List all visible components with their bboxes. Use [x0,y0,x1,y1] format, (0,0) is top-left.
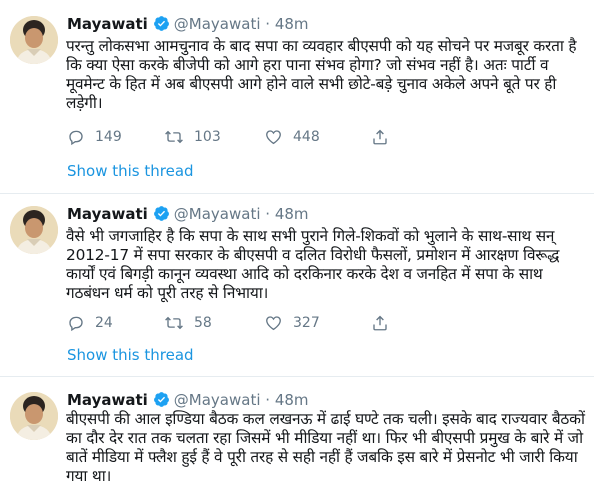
reply-count: 149 [95,129,122,145]
show-thread-link[interactable]: Show this thread [67,346,194,364]
tweet-timestamp[interactable]: 48m [275,15,309,33]
retweet-button[interactable]: 103 [164,127,221,147]
retweet-count: 103 [194,129,221,145]
tweet-header: Mayawati @Mayawati · 48m [67,389,309,411]
retweet-icon [165,130,183,144]
tweet-timestamp[interactable]: 48m [275,205,309,223]
retweet-button[interactable]: 58 [164,313,212,333]
author-name[interactable]: Mayawati [67,205,148,223]
like-button[interactable]: 448 [264,127,320,147]
avatar-image [10,16,58,64]
share-button[interactable] [371,127,389,147]
avatar[interactable] [10,392,58,440]
reply-count: 24 [95,315,113,331]
author-handle[interactable]: @Mayawati [174,391,261,409]
verified-badge-icon [153,205,170,228]
timeline-feed: Mayawati @Mayawati · 48m परन्तु लोकसभा आम… [0,0,594,491]
avatar[interactable] [10,206,58,254]
retweet-icon [165,316,183,330]
tweet-text: परन्तु लोकसभा आमचुनाव के बाद सपा का व्यव… [66,37,577,112]
heart-icon [266,130,281,145]
separator-dot: · [265,205,271,223]
tweet-2[interactable]: Mayawati @Mayawati · 48m वैसे भी जगजाहिर … [0,193,594,376]
like-button[interactable]: 327 [264,313,320,333]
avatar[interactable] [10,16,58,64]
tweet-text: बीएसपी की आल इण्डिया बैठक कल लखनऊ में ढा… [66,410,585,485]
author-name[interactable]: Mayawati [67,15,148,33]
author-handle[interactable]: @Mayawati [174,15,261,33]
avatar-image [10,392,58,440]
tweet-header: Mayawati @Mayawati · 48m [67,13,309,35]
reply-icon [69,316,83,332]
like-count: 448 [293,129,320,145]
show-thread-link[interactable]: Show this thread [67,162,194,180]
separator-dot: · [265,15,271,33]
like-count: 327 [293,315,320,331]
reply-button[interactable]: 149 [67,127,122,147]
tweet-text: वैसे भी जगजाहिर है कि सपा के साथ सभी पुर… [66,227,560,302]
avatar-image [10,206,58,254]
retweet-count: 58 [194,315,212,331]
author-name[interactable]: Mayawati [67,391,148,409]
share-button[interactable] [371,313,389,333]
reply-icon [69,130,83,146]
tweet-header: Mayawati @Mayawati · 48m [67,203,309,225]
separator-dot: · [265,391,271,409]
tweet-1[interactable]: Mayawati @Mayawati · 48m परन्तु लोकसभा आम… [0,0,594,193]
author-handle[interactable]: @Mayawati [174,205,261,223]
heart-icon [266,316,281,331]
reply-button[interactable]: 24 [67,313,113,333]
share-icon [373,129,387,145]
verified-badge-icon [153,15,170,38]
tweet-timestamp[interactable]: 48m [275,391,309,409]
share-icon [373,315,387,331]
tweet-3[interactable]: Mayawati @Mayawati · 48m बीएसपी की आल इण्… [0,376,594,491]
